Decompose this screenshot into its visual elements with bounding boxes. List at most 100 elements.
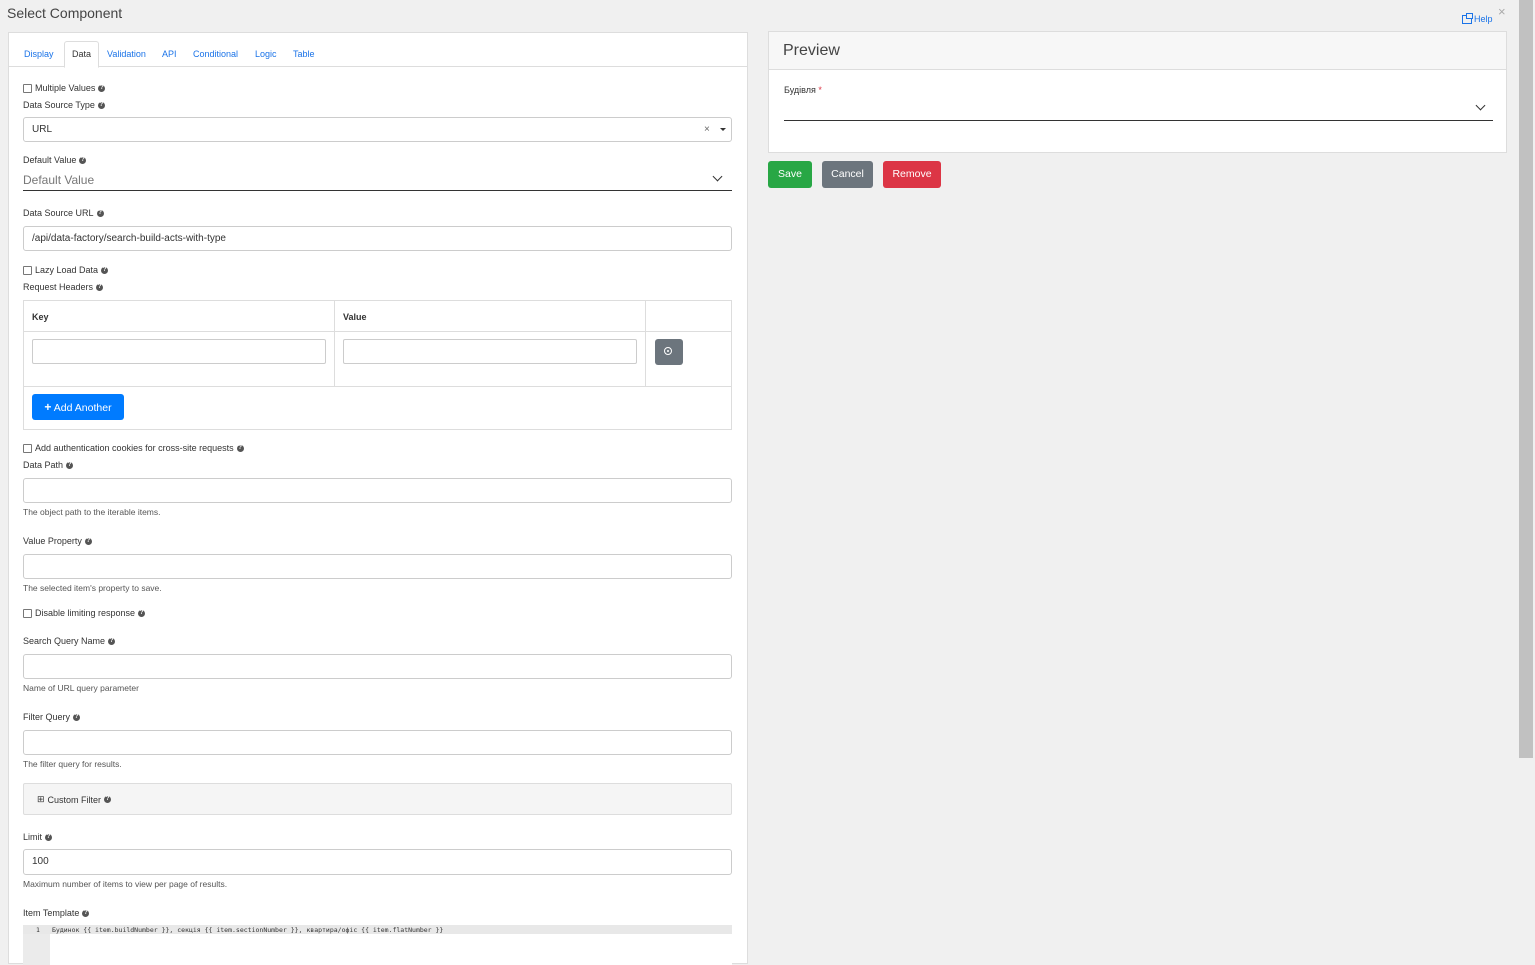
header-key-input[interactable]: [32, 339, 326, 364]
value-property-label: Value Property: [23, 536, 82, 546]
data-source-type-select[interactable]: URL ×: [23, 117, 732, 142]
request-headers-label-row: Request Headers ?: [23, 282, 104, 292]
question-icon: ?: [79, 156, 87, 164]
help-label: Help: [1474, 14, 1493, 24]
limit-label-row: Limit ?: [23, 832, 53, 842]
data-path-input[interactable]: [23, 478, 732, 503]
remove-button[interactable]: Remove: [883, 161, 941, 188]
preview-title: Preview: [783, 42, 840, 59]
cancel-button[interactable]: Cancel: [822, 161, 873, 188]
auth-cookies-checkbox[interactable]: [23, 443, 32, 453]
multiple-values-label: Multiple Values: [35, 83, 96, 93]
question-icon: ?: [138, 609, 146, 617]
lazy-load-checkbox[interactable]: [23, 265, 32, 275]
chevron-down-icon[interactable]: [1475, 100, 1486, 111]
tab-validation[interactable]: Validation: [100, 42, 153, 66]
tab-bar: Display Data Validation API Conditional …: [9, 33, 747, 68]
filter-query-label: Filter Query: [23, 712, 71, 722]
auth-cookies-row: Add authentication cookies for cross-sit…: [23, 443, 244, 453]
question-icon: ?: [104, 796, 112, 803]
value-property-label-row: Value Property ?: [23, 536, 92, 546]
chevron-down-icon[interactable]: [712, 171, 723, 182]
save-button[interactable]: Save: [768, 161, 812, 188]
question-icon: ?: [108, 637, 116, 645]
disable-limiting-row: Disable limiting response ?: [23, 608, 146, 618]
data-source-type-value: URL: [32, 124, 53, 135]
default-value-underline: [23, 190, 732, 191]
question-icon: ?: [66, 461, 74, 469]
filter-query-input[interactable]: [23, 730, 732, 755]
question-icon: ?: [96, 209, 104, 217]
lazy-load-label: Lazy Load Data: [35, 265, 99, 275]
item-template-editor[interactable]: 1 Будинок {{ item.buildNumber }}, секція…: [23, 925, 732, 965]
settings-panel: Display Data Validation API Conditional …: [8, 32, 748, 965]
table-divider: [334, 301, 335, 386]
default-value-placeholder: Default Value: [23, 173, 95, 187]
auth-cookies-label: Add authentication cookies for cross-sit…: [35, 443, 234, 453]
limit-hint: Maximum number of items to view per page…: [23, 879, 228, 889]
add-another-button[interactable]: + Add Another: [32, 394, 124, 420]
remove-circle-icon: [664, 347, 672, 355]
question-icon: ?: [98, 84, 106, 92]
question-icon: ?: [101, 266, 109, 274]
preview-select-underline: [784, 120, 1493, 121]
data-path-hint: The object path to the iterable items.: [23, 507, 161, 517]
value-property-hint: The selected item's property to save.: [23, 583, 162, 593]
page-scrollbar[interactable]: [1517, 0, 1535, 953]
question-icon: ?: [84, 537, 92, 545]
default-value-label: Default Value: [23, 155, 77, 165]
item-template-code[interactable]: Будинок {{ item.buildNumber }}, секція {…: [52, 926, 443, 934]
clear-icon[interactable]: ×: [704, 118, 710, 141]
question-icon: ?: [82, 909, 90, 917]
limit-label: Limit: [23, 832, 43, 842]
custom-filter-label: Custom Filter: [47, 794, 102, 805]
data-source-url-label: Data Source URL: [23, 208, 94, 218]
default-value-select[interactable]: Default Value: [23, 171, 732, 191]
disable-limiting-label: Disable limiting response: [35, 608, 136, 618]
expand-icon: ⊞: [37, 794, 45, 804]
question-icon: ?: [96, 283, 104, 291]
preview-field-label: Будівля *: [784, 85, 822, 95]
custom-filter-panel[interactable]: ⊞ Custom Filter ?: [23, 783, 732, 815]
data-source-url-input[interactable]: /api/data-factory/search-build-acts-with…: [23, 226, 732, 251]
remove-row-button[interactable]: [655, 339, 683, 365]
table-divider: [24, 386, 731, 387]
header-value-input[interactable]: [343, 339, 637, 364]
data-path-label-row: Data Path ?: [23, 460, 74, 470]
preview-field-label-text: Будівля: [784, 85, 816, 95]
help-link[interactable]: Help: [1462, 12, 1493, 24]
table-divider: [24, 331, 731, 332]
preview-select[interactable]: [784, 98, 1493, 121]
preview-header: Preview: [769, 32, 1506, 70]
disable-limiting-checkbox[interactable]: [23, 608, 32, 618]
tab-data[interactable]: Data: [64, 41, 100, 68]
data-source-url-label-row: Data Source URL ?: [23, 208, 104, 218]
search-query-name-label-row: Search Query Name ?: [23, 636, 116, 646]
question-icon: ?: [236, 444, 244, 452]
close-icon[interactable]: ×: [1498, 4, 1506, 19]
scrollbar-thumb[interactable]: [1519, 0, 1533, 758]
search-query-name-input[interactable]: [23, 654, 732, 679]
dialog-title: Select Component: [7, 5, 123, 21]
plus-icon: +: [44, 400, 52, 414]
default-value-label-row: Default Value ?: [23, 155, 87, 165]
column-header-key: Key: [32, 312, 49, 322]
value-property-input[interactable]: [23, 554, 732, 579]
request-headers-table: Key Value + Add Another: [23, 300, 732, 430]
tab-display[interactable]: Display: [17, 42, 61, 66]
tab-conditional[interactable]: Conditional: [186, 42, 245, 66]
data-source-type-label: Data Source Type: [23, 100, 95, 110]
custom-filter-header[interactable]: ⊞ Custom Filter ?: [37, 794, 112, 805]
search-query-name-hint: Name of URL query parameter: [23, 683, 139, 693]
data-source-type-label-row: Data Source Type ?: [23, 100, 105, 110]
lazy-load-row: Lazy Load Data ?: [23, 265, 109, 275]
tab-api[interactable]: API: [155, 42, 184, 66]
item-template-label-row: Item Template ?: [23, 908, 90, 918]
external-link-icon: [1462, 12, 1473, 24]
tab-table[interactable]: Table: [286, 42, 322, 66]
limit-input[interactable]: 100: [23, 849, 732, 875]
tab-logic[interactable]: Logic: [248, 42, 284, 66]
column-header-value: Value: [343, 312, 367, 322]
caret-down-icon[interactable]: [720, 128, 726, 131]
multiple-values-checkbox[interactable]: [23, 83, 32, 93]
